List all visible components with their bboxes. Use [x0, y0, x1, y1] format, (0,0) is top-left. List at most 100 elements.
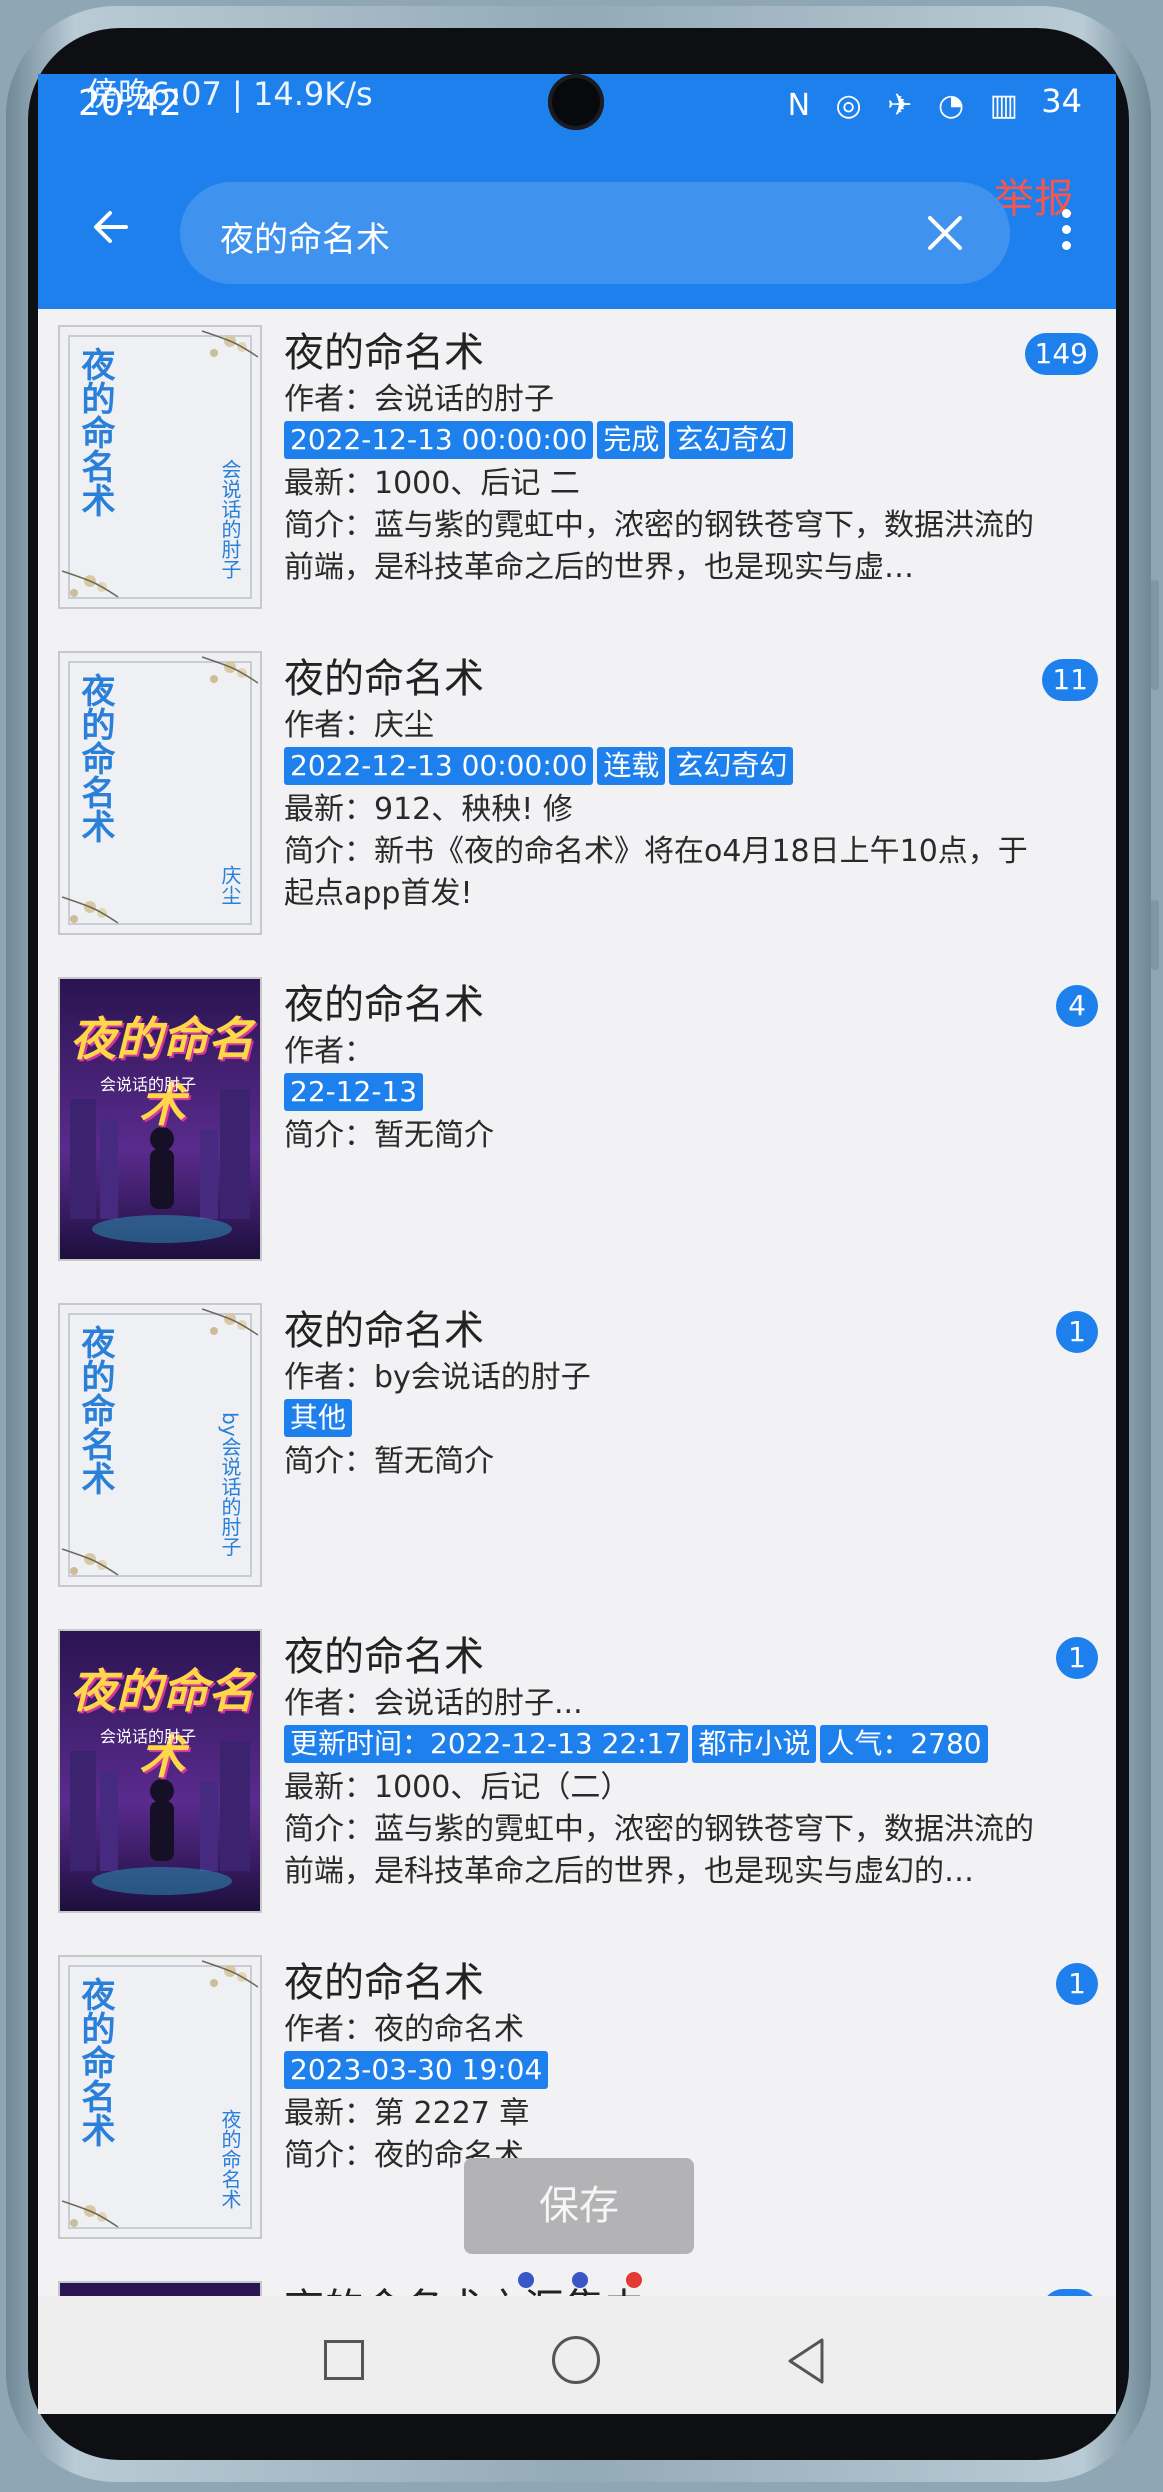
cover-author: 会说话的肘子 [218, 459, 242, 579]
tag-row: 22-12-13 [284, 1073, 1096, 1115]
book-intro: 简介：暂无简介 [284, 1118, 494, 1153]
book-title: 夜的命名术 [284, 1960, 484, 2006]
book-info: 夜的命名术 作者：会说话的肘子 2022-12-13 00:00:00 完成 玄幻奇… [284, 327, 1096, 589]
book-author: 作者： [284, 1034, 374, 1069]
page-dot [518, 2272, 534, 2288]
list-item[interactable]: 夜的命名术 会说话的肘子 夜的命名术 作者：会说话的肘子... 更新时间：202… [38, 1613, 1116, 1939]
flower-ornament-icon [61, 570, 119, 598]
latest-chapter: 最新：第 2227 章 [284, 2096, 530, 2131]
cover-author: by会说话的肘子 [218, 1412, 242, 1557]
flower-ornament-icon [201, 330, 259, 358]
book-info: 夜的命名术 作者：庆尘 2022-12-13 00:00:00 连载 玄幻奇幻 最新… [284, 653, 1096, 915]
source-count-badge: 4 [1056, 985, 1098, 1027]
status-bar: 20:42 傍晚6:07 | 14.9K/s N ◎ ✈ ◔ ▥ 34 [38, 74, 1116, 154]
latest-chapter: 最新：1000、后记（二） [284, 1770, 631, 1805]
info-tag: 其他 [284, 1399, 353, 1437]
flower-ornament-icon [61, 1548, 119, 1576]
tag-row: 2022-12-13 00:00:00 完成 玄幻奇幻 [284, 421, 1096, 463]
book-author: 作者：会说话的肘子 [284, 382, 554, 417]
page-dot [572, 2272, 588, 2288]
info-tag: 完成 [597, 421, 666, 459]
tag-row: 2023-03-30 19:04 [284, 2051, 1096, 2093]
cover-title: 夜的命名术 [75, 673, 115, 843]
info-tag: 2023-03-30 19:04 [284, 2051, 549, 2089]
book-info: 夜的命名术 作者：by会说话的肘子 其他 简介：暂无简介 [284, 1305, 1096, 1483]
book-author: 作者：庆尘 [284, 708, 434, 743]
flower-ornament-icon [61, 896, 119, 924]
book-title: 夜的命名术 [284, 982, 484, 1028]
list-item[interactable]: 夜的命名术 by会说话的肘子 夜的命名术 作者：by会说话的肘子 其他 简介：暂… [38, 1287, 1116, 1613]
arrow-left-icon[interactable] [88, 202, 138, 252]
search-bar[interactable]: 夜的命名术 [180, 182, 1010, 284]
latest-chapter: 最新：912、秧秧! 修 [284, 792, 573, 827]
source-count-badge: 1 [1056, 1963, 1098, 2005]
book-cover: 夜的命名术 夜的命名术 [58, 1955, 262, 2239]
info-tag: 人气：2780 [820, 1725, 988, 1763]
book-author: 作者：by会说话的肘子 [284, 1360, 591, 1395]
cover-title: 夜的命名术 [75, 1325, 115, 1495]
square-icon[interactable] [324, 2340, 364, 2380]
book-author: 作者：会说话的肘子... [284, 1686, 583, 1721]
book-intro: 简介：蓝与紫的霓虹中，浓密的钢铁苍穹下，数据洪流的前端，是科技革命之后的世界，也… [284, 508, 1034, 585]
book-author: 作者：夜的命名术 [284, 2012, 524, 2047]
book-info: 夜的命名术 作者：夜的命名术 2023-03-30 19:04 最新：第 222… [284, 1957, 1096, 2177]
source-count-badge: 1 [1056, 1637, 1098, 1679]
latest-chapter: 最新：1000、后记 二 [284, 466, 580, 501]
info-tag: 22-12-13 [284, 1073, 424, 1111]
close-icon[interactable] [926, 214, 964, 252]
book-cover: 夜的命名术 会说话的肘子 [58, 325, 262, 609]
info-tag: 2022-12-13 00:00:00 [284, 421, 594, 459]
page-indicator [518, 2272, 648, 2292]
search-result-list[interactable]: 夜的命名术 会说话的肘子 夜的命名术 作者：会说话的肘子 2022-12-13 … [38, 309, 1116, 2369]
power-button [1151, 900, 1159, 970]
book-title: 夜的命名术 [284, 1634, 484, 1680]
list-item[interactable]: 夜的命名术 会说话的肘子 夜的命名术 作者：会说话的肘子 2022-12-13 … [38, 309, 1116, 635]
info-tag: 玄幻奇幻 [669, 421, 794, 459]
list-item[interactable]: 夜的命名术 庆尘 夜的命名术 作者：庆尘 2022-12-13 00:00:00… [38, 635, 1116, 961]
tag-row: 更新时间：2022-12-13 22:17 都市小说 人气：2780 [284, 1725, 1096, 1767]
source-count-badge: 1 [1056, 1311, 1098, 1353]
info-tag: 连载 [597, 747, 666, 785]
info-tag: 都市小说 [692, 1725, 817, 1763]
status-net-speed: 傍晚6:07 | 14.9K/s [86, 75, 373, 113]
cover-author: 会说话的肘子 [100, 1727, 197, 1746]
volume-button [1151, 580, 1159, 690]
status-icons: N ◎ ✈ ◔ ▥ [787, 88, 1026, 123]
book-intro: 简介：蓝与紫的霓虹中，浓密的钢铁苍穹下，数据洪流的前端，是科技革命之后的世界，也… [284, 1812, 1034, 1889]
app-bar: 20:42 傍晚6:07 | 14.9K/s N ◎ ✈ ◔ ▥ 34 举报 夜… [38, 74, 1116, 309]
page-dot [626, 2272, 642, 2288]
book-info: 夜的命名术 作者：会说话的肘子... 更新时间：2022-12-13 22:17… [284, 1631, 1096, 1893]
cover-author: 夜的命名术 [218, 2109, 242, 2209]
book-cover: 夜的命名术 会说话的肘子 [58, 977, 262, 1261]
flower-ornament-icon [201, 1960, 259, 1988]
book-cover: 夜的命名术 by会说话的肘子 [58, 1303, 262, 1587]
book-title: 夜的命名术 [284, 656, 484, 702]
cover-author: 会说话的肘子 [100, 1075, 197, 1094]
cover-title: 夜的命名术 [70, 1012, 254, 1132]
circle-icon[interactable] [552, 2336, 600, 2384]
cover-title: 夜的命名术 [70, 1664, 254, 1784]
search-input[interactable]: 夜的命名术 [220, 212, 390, 261]
book-cover: 夜的命名术 庆尘 [58, 651, 262, 935]
triangle-back-icon[interactable] [784, 2336, 828, 2386]
source-count-badge: 149 [1024, 333, 1098, 375]
cover-title: 夜的命名术 [75, 347, 115, 517]
book-title: 夜的命名术 [284, 1308, 484, 1354]
book-title: 夜的命名术 [284, 330, 484, 376]
battery-level: 34 [1041, 82, 1082, 120]
book-intro: 简介：暂无简介 [284, 1444, 494, 1479]
save-button[interactable]: 保存 [464, 2158, 694, 2254]
flower-ornament-icon [61, 2200, 119, 2228]
info-tag: 2022-12-13 00:00:00 [284, 747, 594, 785]
book-cover: 夜的命名术 会说话的肘子 [58, 1629, 262, 1913]
tag-row: 2022-12-13 00:00:00 连载 玄幻奇幻 [284, 747, 1096, 789]
list-item[interactable]: 夜的命名术 会说话的肘子 夜的命名术 作者： 22-12-13 简介：暂无简介 … [38, 961, 1116, 1287]
tag-row: 其他 [284, 1399, 1096, 1441]
more-vertical-icon[interactable] [1062, 209, 1072, 251]
flower-ornament-icon [201, 656, 259, 684]
screen: 20:42 傍晚6:07 | 14.9K/s N ◎ ✈ ◔ ▥ 34 举报 夜… [38, 74, 1116, 2414]
front-camera [548, 74, 604, 130]
cover-title: 夜的命名术 [75, 1977, 115, 2147]
cover-author: 庆尘 [218, 865, 242, 905]
source-count-badge: 11 [1042, 659, 1098, 701]
